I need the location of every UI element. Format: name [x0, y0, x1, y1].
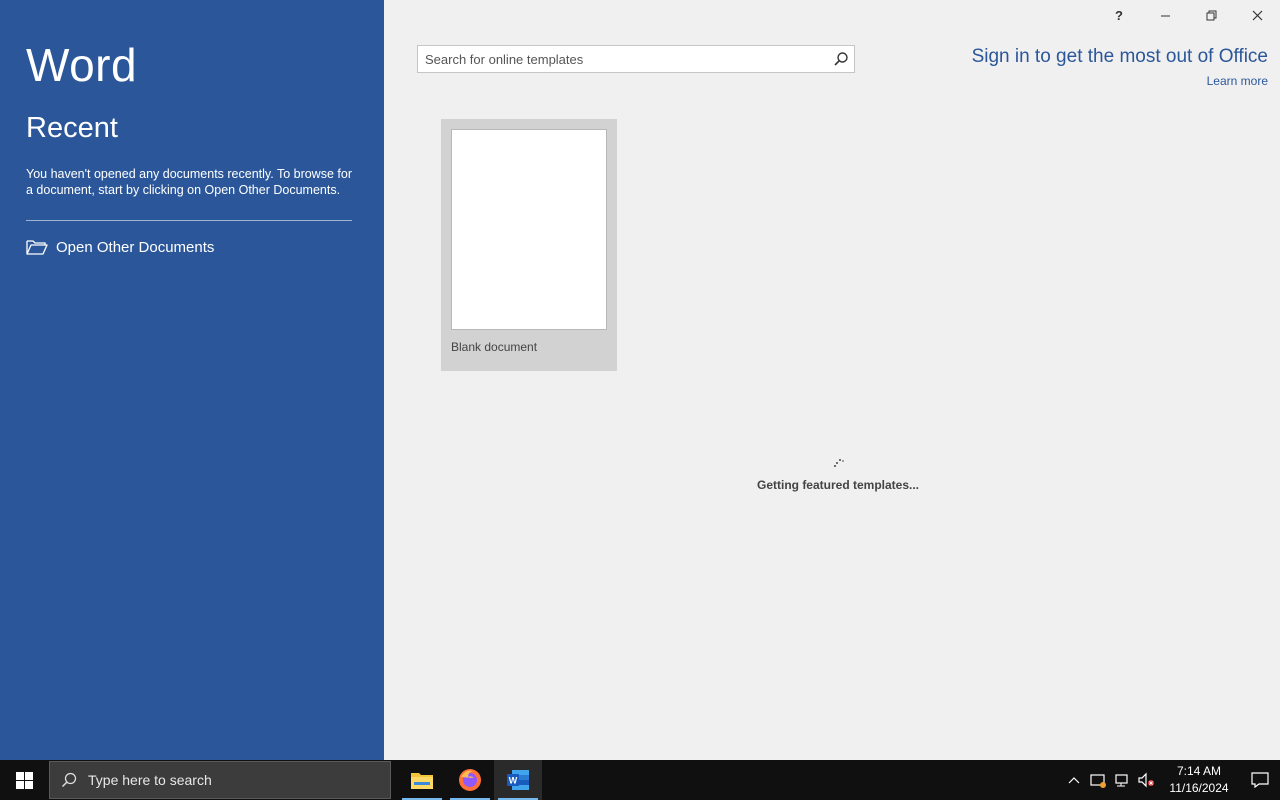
help-button[interactable]: ? [1096, 0, 1142, 30]
tray-network-button[interactable] [1110, 760, 1134, 800]
window-controls: ? [1096, 0, 1280, 30]
taskbar-search-box[interactable]: Type here to search [49, 761, 391, 799]
loading-text: Getting featured templates... [756, 478, 920, 492]
clock-time: 7:14 AM [1176, 764, 1222, 778]
left-pane: Word Recent You haven't opened any docum… [0, 0, 384, 760]
minimize-button[interactable] [1142, 0, 1188, 30]
clock-date: 11/16/2024 [1169, 781, 1229, 795]
restore-icon [1206, 10, 1216, 20]
taskbar-file-explorer[interactable] [398, 760, 446, 800]
show-hidden-icons-button[interactable] [1062, 760, 1086, 800]
template-search-input[interactable] [418, 46, 828, 72]
system-tray: 7:14 AM 11/16/2024 [1062, 760, 1280, 800]
volume-muted-icon [1138, 772, 1154, 788]
recent-heading: Recent [26, 112, 118, 144]
app-title: Word [26, 39, 138, 91]
word-icon: W [507, 770, 529, 790]
open-folder-icon [26, 240, 48, 255]
blank-document-thumbnail [451, 129, 607, 330]
file-explorer-icon [411, 773, 433, 789]
action-center-button[interactable] [1240, 760, 1280, 800]
loading-spinner-icon [833, 458, 844, 468]
recent-message: You haven't opened any documents recentl… [26, 167, 352, 197]
loading-indicator: Getting featured templates... [738, 458, 938, 492]
firefox-icon [459, 769, 481, 791]
search-icon [834, 52, 848, 66]
start-button[interactable] [0, 760, 48, 800]
network-icon [1115, 774, 1128, 787]
security-icon [1090, 774, 1106, 788]
divider [26, 220, 352, 221]
close-icon [1252, 10, 1262, 20]
blank-document-template[interactable]: Blank document [441, 119, 617, 371]
search-icon [61, 772, 77, 788]
restore-button[interactable] [1188, 0, 1234, 30]
chevron-up-icon [1068, 777, 1080, 784]
svg-text:W: W [509, 776, 518, 786]
notification-icon [1251, 772, 1269, 788]
help-icon: ? [1115, 7, 1123, 23]
windows-logo-icon [15, 771, 33, 789]
open-other-documents-button[interactable]: Open Other Documents [26, 234, 214, 260]
signin-link[interactable]: Sign in to get the most out of Office [972, 46, 1268, 68]
taskbar-search-placeholder: Type here to search [88, 772, 212, 788]
minimize-icon [1160, 15, 1170, 16]
taskbar: Type here to search W 7:14 AM 11/16/2024 [0, 760, 1280, 800]
signin-panel: Sign in to get the most out of Office Le… [972, 46, 1268, 90]
search-button[interactable] [828, 46, 854, 72]
taskbar-firefox[interactable] [446, 760, 494, 800]
taskbar-clock[interactable]: 7:14 AM 11/16/2024 [1164, 763, 1234, 797]
taskbar-word[interactable]: W [494, 760, 542, 800]
tray-volume-button[interactable] [1134, 760, 1158, 800]
learn-more-link[interactable]: Learn more [1207, 74, 1268, 88]
template-search-box [417, 45, 855, 73]
tray-security-icon-button[interactable] [1086, 760, 1110, 800]
close-button[interactable] [1234, 0, 1280, 30]
template-label: Blank document [451, 340, 538, 354]
open-other-documents-label: Open Other Documents [56, 238, 215, 256]
